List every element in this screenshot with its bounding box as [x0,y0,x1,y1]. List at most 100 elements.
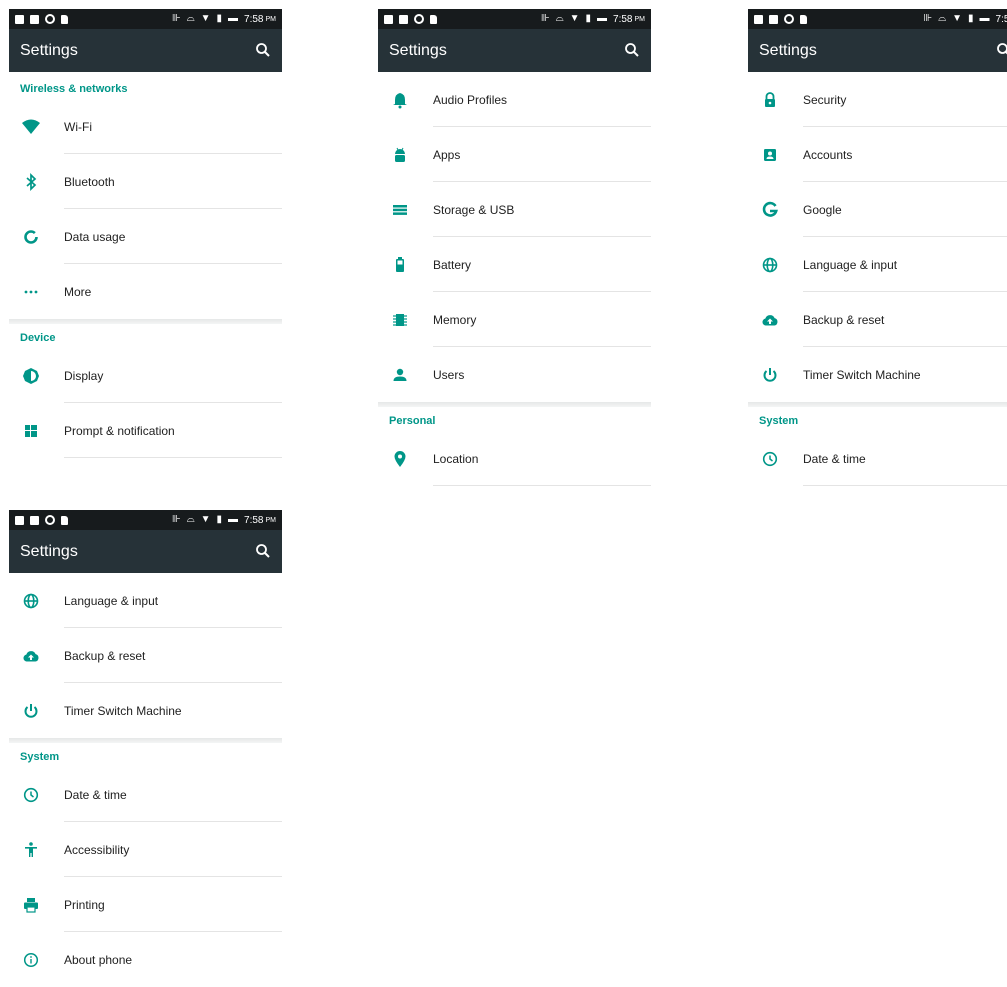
setting-item-accessibility[interactable]: Accessibility [9,822,282,877]
setting-item-prompt-notification[interactable]: Prompt & notification [9,403,282,458]
status-ampm: PM [634,15,646,23]
setting-item-memory[interactable]: Memory [378,292,651,347]
setting-item-backup[interactable]: Backup & reset [748,292,1007,347]
folder-notification-icon [399,14,408,24]
headset-icon: ⌓ [186,13,195,24]
image-notification-icon [384,14,393,24]
setting-item-audio-profiles[interactable]: Audio Profiles [378,72,651,127]
wifi-signal-icon: ▼ [200,13,211,24]
status-bar: ⊪ ⌓ ▼ ▮ ▬ 7:58 PM [9,9,282,29]
setting-label: Display [64,368,104,383]
bluetooth-icon [21,172,41,192]
wifi-signal-icon: ▼ [569,13,580,24]
headset-icon: ⌓ [186,514,195,525]
folder-notification-icon [30,515,39,525]
setting-label: Date & time [64,787,127,802]
setting-item-data-usage[interactable]: Data usage [9,209,282,264]
setting-label: Security [803,92,847,107]
wifi-signal-icon: ▼ [952,13,963,24]
google-g-icon [760,200,780,220]
setting-item-storage[interactable]: Storage & USB [378,182,651,237]
person-icon [390,365,410,385]
app-toolbar: Settings [9,29,282,72]
search-icon[interactable] [995,41,1007,59]
settings-screen-3: ⊪ ⌓ ▼ ▮ ▬ 7:58 Settings Security Account… [748,9,1007,486]
status-time: 7:58 [613,13,633,25]
setting-label: More [64,284,92,299]
setting-item-backup[interactable]: Backup & reset [9,628,282,683]
page-title: Settings [20,542,78,560]
setting-item-apps[interactable]: Apps [378,127,651,182]
status-time: 7:58 [244,514,264,526]
status-bar: ⊪ ⌓ ▼ ▮ ▬ 7:58 PM [378,9,651,29]
settings-screen-4: ⊪ ⌓ ▼ ▮ ▬ 7:58 PM Settings Language & in… [9,510,282,987]
setting-label: Backup & reset [64,648,146,663]
no-sim-icon: ▮ [968,13,974,24]
no-sim-icon: ▮ [216,13,223,24]
sd-card-icon [61,515,68,525]
page-title: Settings [759,41,817,59]
sd-card-icon [430,14,437,24]
setting-item-google[interactable]: Google [748,182,1007,237]
notification-grid-icon [21,421,41,441]
vibrate-icon: ⊪ [540,13,550,24]
setting-item-users[interactable]: Users [378,347,651,402]
setting-item-security[interactable]: Security [748,72,1007,127]
setting-item-location[interactable]: Location [378,431,651,486]
setting-item-more[interactable]: More [9,264,282,319]
search-icon[interactable] [254,542,272,560]
setting-label: Bluetooth [64,174,115,189]
setting-item-wifi[interactable]: Wi-Fi [9,99,282,154]
page-title: Settings [389,41,447,59]
storage-icon [390,200,410,220]
search-icon[interactable] [623,41,641,59]
brightness-icon [21,366,41,386]
power-icon [21,701,41,721]
no-sim-icon: ▮ [585,13,592,24]
wifi-signal-icon: ▼ [200,514,211,525]
battery-icon: ▬ [228,514,239,525]
setting-item-language[interactable]: Language & input [9,573,282,628]
setting-label: Accessibility [64,842,130,857]
headset-icon: ⌓ [555,13,564,24]
sync-notification-icon [784,14,794,24]
battery-icon: ▬ [228,13,239,24]
setting-item-date-time[interactable]: Date & time [9,767,282,822]
setting-label: Language & input [803,257,898,272]
clock-icon [21,785,41,805]
setting-label: Storage & USB [433,202,515,217]
search-icon[interactable] [254,41,272,59]
sync-notification-icon [45,14,55,24]
printer-icon [21,895,41,915]
android-icon [390,145,410,165]
setting-item-display[interactable]: Display [9,348,282,403]
setting-item-timer-switch[interactable]: Timer Switch Machine [748,347,1007,402]
setting-item-battery[interactable]: Battery [378,237,651,292]
sync-notification-icon [414,14,424,24]
app-toolbar: Settings [748,29,1007,72]
image-notification-icon [754,14,763,24]
setting-item-bluetooth[interactable]: Bluetooth [9,154,282,209]
cloud-upload-icon [760,310,780,330]
setting-label: Date & time [803,451,866,466]
setting-item-about-phone[interactable]: About phone [9,932,282,987]
setting-item-timer-switch[interactable]: Timer Switch Machine [9,683,282,738]
setting-label: Timer Switch Machine [803,367,921,382]
setting-label: Printing [64,897,105,912]
setting-item-language[interactable]: Language & input [748,237,1007,292]
page-title: Settings [20,41,78,59]
vibrate-icon: ⊪ [923,13,933,24]
vibrate-icon: ⊪ [171,13,181,24]
setting-item-date-time[interactable]: Date & time [748,431,1007,486]
setting-label: Location [433,451,479,466]
more-dots-icon [21,282,41,302]
setting-item-printing[interactable]: Printing [9,877,282,932]
setting-label: Memory [433,312,477,327]
sd-card-icon [800,14,807,24]
accessibility-icon [21,840,41,860]
setting-label: Accounts [803,147,853,162]
setting-item-accounts[interactable]: Accounts [748,127,1007,182]
setting-label: Language & input [64,593,159,608]
image-notification-icon [15,515,24,525]
headset-icon: ⌓ [938,13,947,24]
